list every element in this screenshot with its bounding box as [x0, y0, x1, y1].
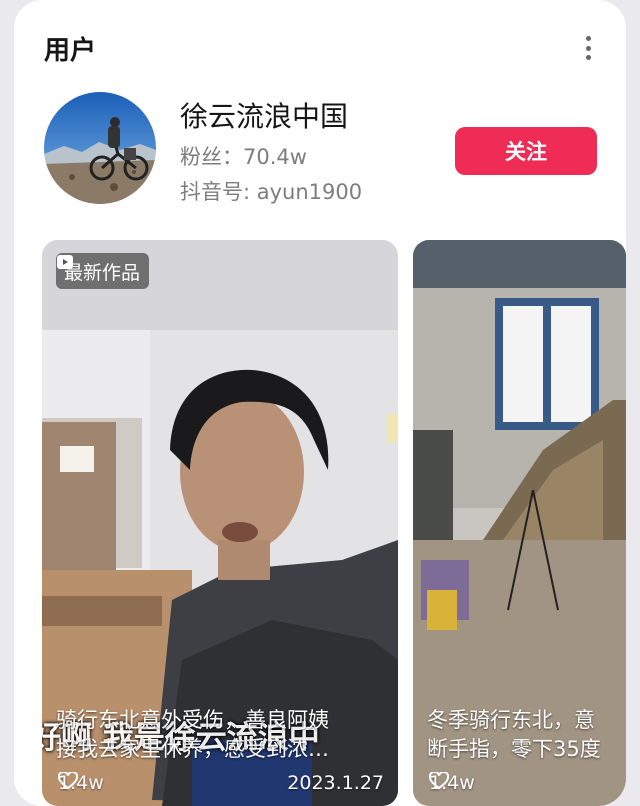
follow-button[interactable]: 关注: [455, 127, 597, 175]
heart-outline-icon: [58, 772, 78, 790]
avatar[interactable]: [44, 92, 156, 204]
caption-line-2: 断手指，零下35度: [427, 737, 601, 761]
badge-label: 最新作品: [64, 261, 141, 284]
user-result-card: 用户 徐云流浪中国 粉丝：70.4w 抖音号: ayun1900 关注 最新作品…: [14, 0, 626, 806]
fan-count: 粉丝：70.4w: [180, 145, 307, 169]
like-count: 1.4w: [58, 772, 104, 794]
latest-work-badge: 最新作品: [56, 253, 150, 289]
like-count: 1.4w: [429, 772, 475, 794]
more-options-icon[interactable]: [584, 36, 592, 60]
section-title: 用户: [44, 36, 97, 66]
video-card-latest[interactable]: 最新作品 好啊 我是徐云流浪中 骑行东北意外受伤，善良阿姨 接我去家里休养，感受…: [42, 240, 398, 806]
caption-line-2: 接我去家里休养，感受到浓…: [56, 737, 329, 761]
user-name[interactable]: 徐云流浪中国: [180, 95, 348, 135]
video-play-icon: [57, 255, 73, 269]
video-card-2[interactable]: 冬季骑行东北，意 断手指，零下35度 1.4w: [413, 240, 626, 806]
video-meta: 1.4w: [429, 772, 612, 794]
video-date: 2023.1.27: [287, 772, 384, 794]
video-caption: 冬季骑行东北，意 断手指，零下35度: [427, 706, 601, 764]
caption-line-1: 冬季骑行东北，意: [427, 708, 595, 732]
heart-outline-icon: [429, 772, 449, 790]
caption-line-1: 骑行东北意外受伤，善良阿姨: [56, 708, 329, 732]
video-caption: 骑行东北意外受伤，善良阿姨 接我去家里休养，感受到浓…: [56, 706, 329, 764]
douyin-id: 抖音号: ayun1900: [180, 180, 363, 204]
video-meta: 1.4w 2023.1.27: [58, 772, 384, 794]
